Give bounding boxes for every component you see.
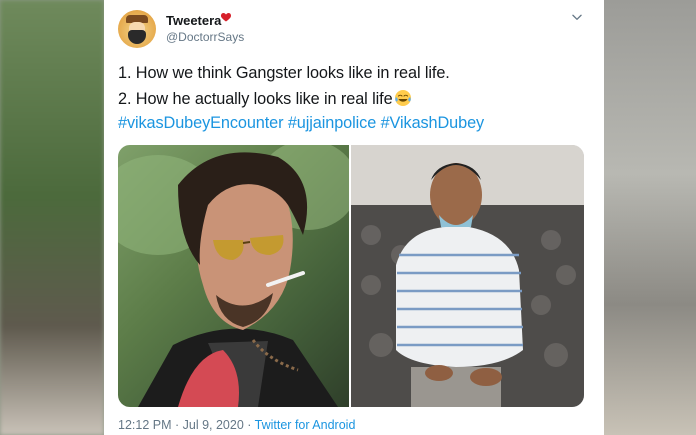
background-blur-left bbox=[0, 0, 104, 435]
tweet-card: Tweetera @DoctorrSays 1. How we think Ga… bbox=[104, 0, 604, 435]
tweet-source-link[interactable]: Twitter for Android bbox=[255, 418, 356, 432]
background-blur-right bbox=[604, 0, 696, 435]
photo-actor-with-sunglasses[interactable] bbox=[118, 145, 349, 407]
tweet-text-line-2-text: 2. How he actually looks like in real li… bbox=[118, 90, 393, 108]
tweet-media[interactable] bbox=[118, 145, 584, 407]
photo-man-illustration bbox=[351, 145, 584, 407]
tweet-text-line-2: 2. How he actually looks like in real li… bbox=[118, 89, 412, 109]
photo-man-on-sofa[interactable] bbox=[351, 145, 584, 407]
photo-actor-illustration bbox=[118, 145, 349, 407]
avatar-beard bbox=[128, 30, 146, 44]
user-display-name[interactable]: Tweetera bbox=[166, 13, 221, 28]
tears-of-joy-emoji-icon bbox=[394, 90, 411, 106]
tweet-hashtags[interactable]: #vikasDubeyEncounter #ujjainpolice #Vika… bbox=[118, 114, 484, 133]
tweet-time[interactable]: 12:12 PM · Jul 9, 2020 · bbox=[118, 418, 255, 432]
heart-icon bbox=[220, 11, 232, 26]
chevron-down-icon[interactable] bbox=[570, 10, 584, 24]
tweet-timestamp: 12:12 PM · Jul 9, 2020 · Twitter for And… bbox=[118, 418, 355, 432]
user-handle[interactable]: @DoctorrSays bbox=[166, 30, 244, 44]
tweet-text-line-1: 1. How we think Gangster looks like in r… bbox=[118, 64, 450, 82]
avatar[interactable] bbox=[118, 10, 156, 48]
